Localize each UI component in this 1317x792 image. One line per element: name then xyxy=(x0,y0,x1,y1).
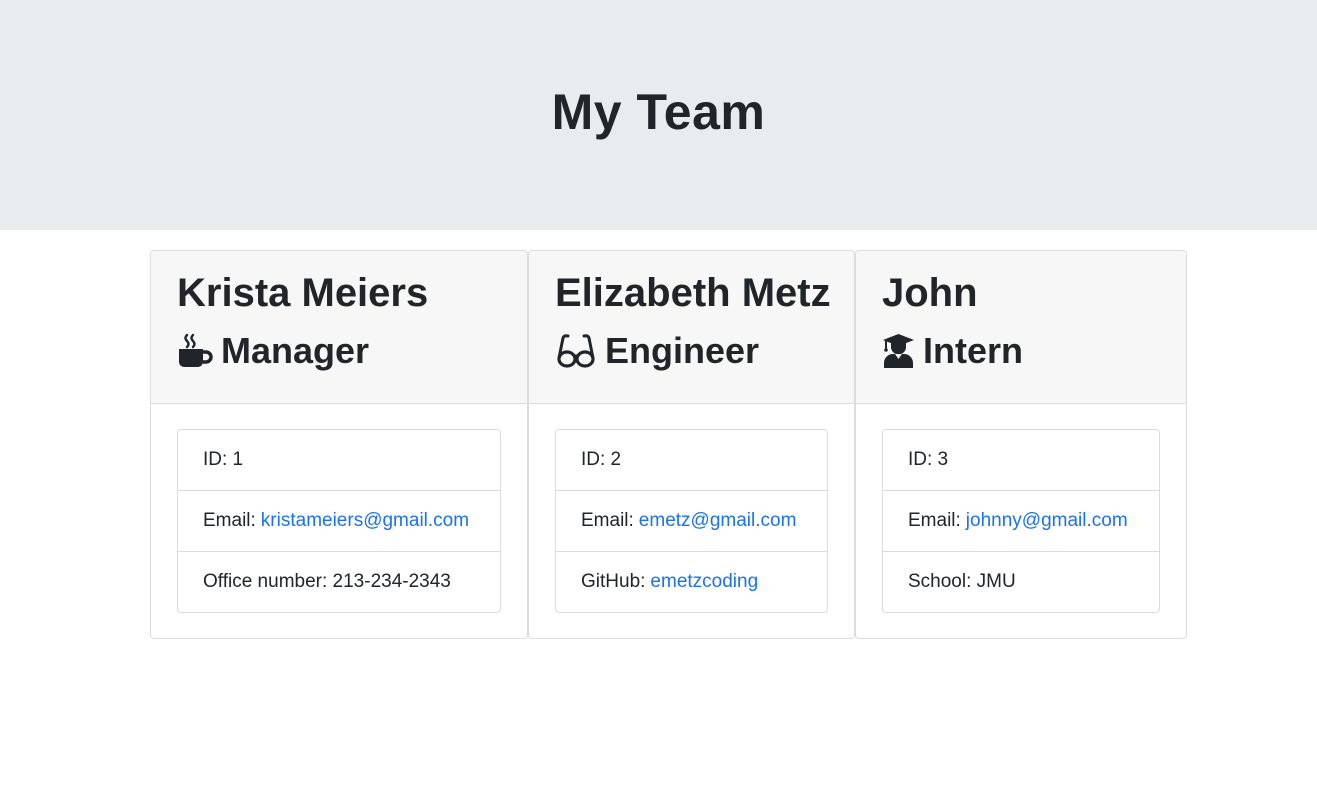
school: School: JMU xyxy=(908,571,1016,592)
employee-role: Manager xyxy=(177,331,501,371)
card-header: Elizabeth Metz Engineer xyxy=(529,251,854,404)
email-link[interactable]: johnny@gmail.com xyxy=(966,510,1128,532)
email-label: Email: xyxy=(908,510,961,531)
employee-id: ID: 3 xyxy=(883,430,1159,491)
coffee-icon xyxy=(177,333,213,369)
employee-card-intern: John Intern ID: 3 Email: johnny@gmail.co… xyxy=(855,250,1187,639)
glasses-icon xyxy=(555,333,597,369)
employee-card-engineer: Elizabeth Metz Engineer ID: 2 Email: eme… xyxy=(528,250,855,639)
employee-name: Elizabeth Metz xyxy=(555,271,831,315)
employee-id: ID: 2 xyxy=(556,430,827,491)
employee-email-row: Email: johnny@gmail.com xyxy=(883,491,1159,552)
github-link[interactable]: emetzcoding xyxy=(650,571,758,593)
role-label: Engineer xyxy=(605,330,760,371)
email-label: Email: xyxy=(203,510,256,531)
email-link[interactable]: kristameiers@gmail.com xyxy=(261,510,469,532)
employee-email-row: Email: emetz@gmail.com xyxy=(556,491,827,552)
employee-card-manager: Krista Meiers Manager ID: 1 Email: krist… xyxy=(150,250,528,639)
card-body: ID: 1 Email: kristameiers@gmail.com Offi… xyxy=(151,404,527,638)
employee-details: ID: 3 Email: johnny@gmail.com School: JM… xyxy=(882,429,1160,613)
email-link[interactable]: emetz@gmail.com xyxy=(639,510,797,532)
employee-details: ID: 2 Email: emetz@gmail.com GitHub: eme… xyxy=(555,429,828,613)
employee-id: ID: 1 xyxy=(178,430,500,491)
card-body: ID: 3 Email: johnny@gmail.com School: JM… xyxy=(856,404,1186,638)
employee-name: Krista Meiers xyxy=(177,271,429,315)
page-header: My Team xyxy=(0,0,1317,230)
github-row: GitHub: emetzcoding xyxy=(556,552,827,612)
office-number: Office number: 213-234-2343 xyxy=(203,571,451,592)
employee-email-row: Email: kristameiers@gmail.com xyxy=(178,491,500,552)
email-label: Email: xyxy=(581,510,634,531)
graduate-icon xyxy=(882,333,915,369)
card-header: Krista Meiers Manager xyxy=(151,251,527,404)
card-header: John Intern xyxy=(856,251,1186,404)
employee-name: John xyxy=(882,271,978,315)
page-title: My Team xyxy=(551,84,766,140)
employee-role: Intern xyxy=(882,331,1160,371)
employee-role: Engineer xyxy=(555,331,828,371)
role-label: Intern xyxy=(923,330,1024,371)
card-body: ID: 2 Email: emetz@gmail.com GitHub: eme… xyxy=(529,404,854,638)
github-label: GitHub: xyxy=(581,571,646,592)
team-cards: Krista Meiers Manager ID: 1 Email: krist… xyxy=(150,250,1187,639)
role-label: Manager xyxy=(221,330,370,371)
employee-details: ID: 1 Email: kristameiers@gmail.com Offi… xyxy=(177,429,501,613)
